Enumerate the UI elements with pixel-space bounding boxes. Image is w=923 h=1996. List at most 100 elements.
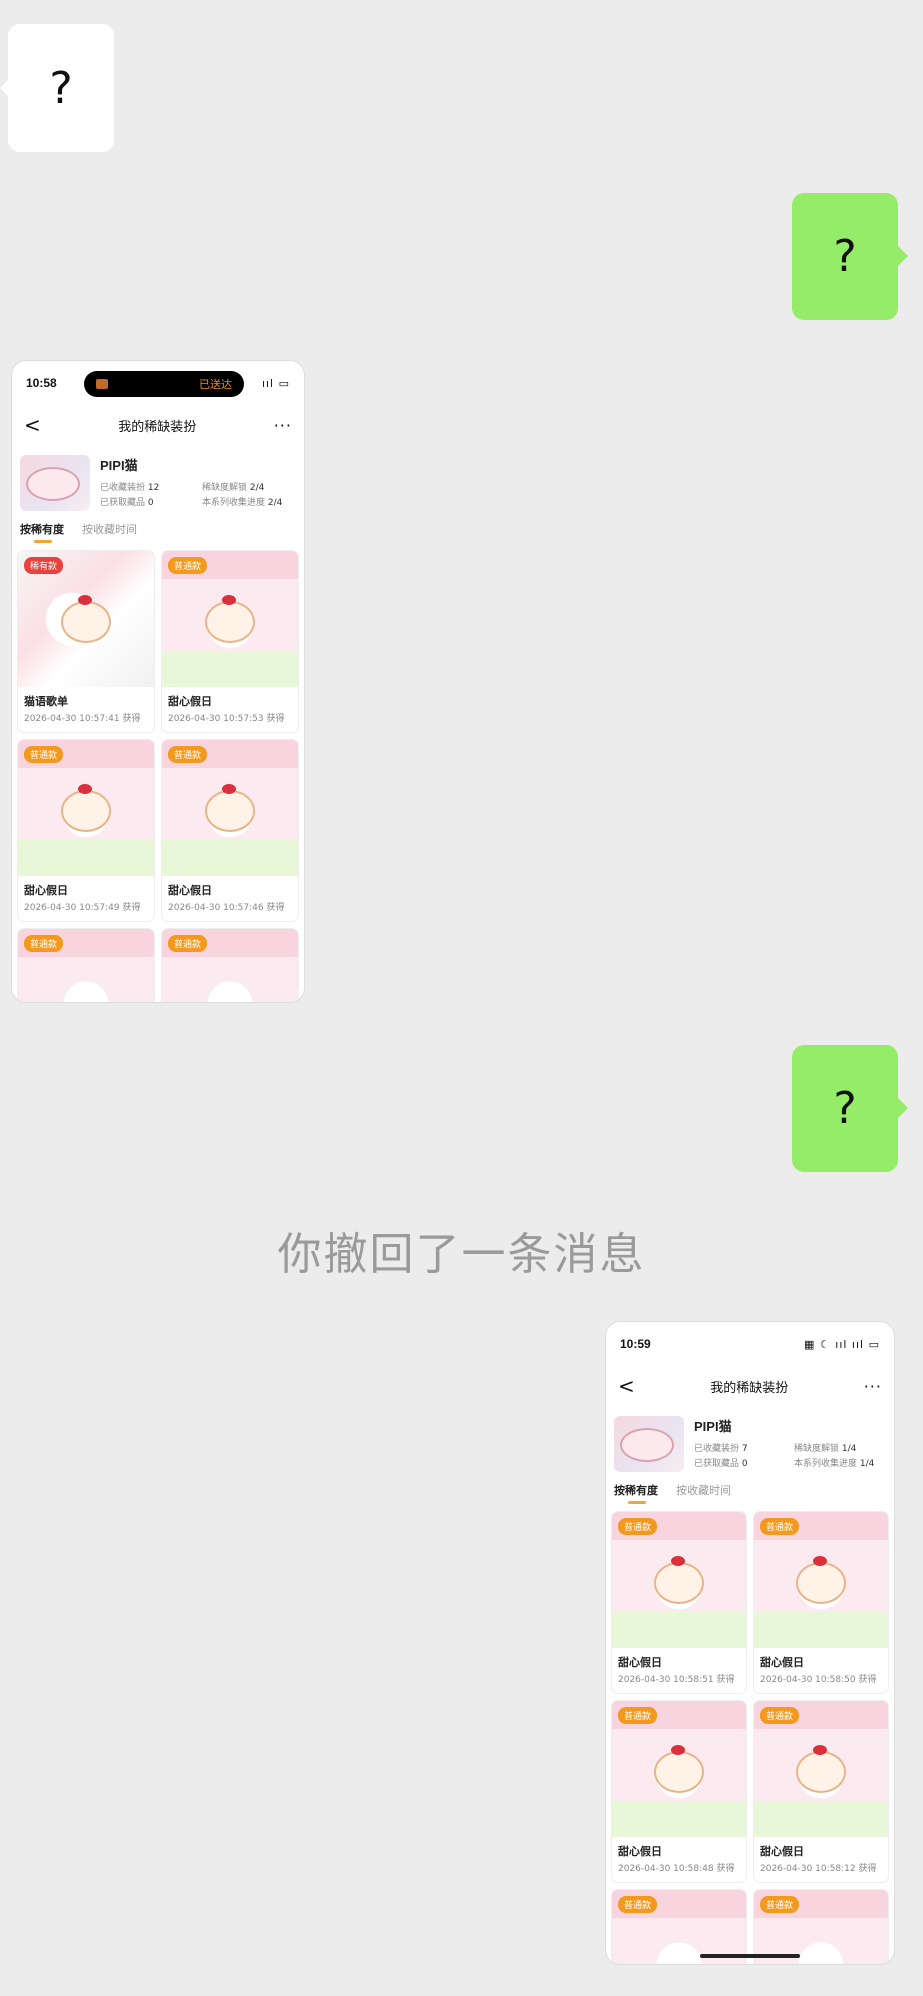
message-text: ?	[833, 231, 857, 282]
status-bar: 10:59 ▦ ☾ ııl ııl ▭	[606, 1322, 894, 1366]
item-name: 甜心假日	[618, 1845, 662, 1858]
stat-label: 本系列收集进度	[794, 1459, 858, 1469]
item-thumbnail: 普通款	[162, 740, 298, 876]
stat-label: 已收藏装扮	[100, 483, 146, 493]
item-card[interactable]: 普通款 甜心假日 2026-04-30 10:58:51 获得	[612, 1512, 746, 1693]
item-thumbnail: 普通款	[754, 1512, 888, 1648]
message-bubble-incoming[interactable]: ?	[8, 24, 114, 152]
item-thumbnail: 普通款	[612, 1701, 746, 1837]
signal-battery-icons: ııl ▭	[261, 376, 290, 390]
stat-value: 2/4	[249, 483, 265, 493]
avatar	[20, 455, 90, 511]
page-title: 我的稀缺装扮	[118, 419, 197, 435]
item-card[interactable]: 普通款 甜心假日 2026-04-30 10:57:46 获得	[162, 740, 298, 921]
item-name: 甜心假日	[760, 1656, 804, 1669]
tab-by-rarity[interactable]: 按稀有度	[20, 521, 64, 543]
rarity-badge: 普通款	[618, 1707, 658, 1724]
item-thumbnail: 普通款	[162, 929, 298, 1002]
back-icon[interactable]: <	[618, 1374, 635, 1398]
sort-tabs: 按稀有度 按收藏时间	[606, 1478, 894, 1504]
stats-grid: 已收藏装扮 7 稀缺度解锁 1/4 已获取藏品 0 本系列收集进度 1/4	[694, 1441, 886, 1469]
item-date: 2026-04-30 10:57:41 获得	[24, 714, 141, 724]
cat-illustration	[63, 594, 109, 641]
item-name: 甜心假日	[168, 884, 212, 897]
stat-item: 已收藏装扮 7	[694, 1441, 786, 1454]
item-name: 甜心假日	[168, 695, 212, 708]
stat-item: 本系列收集进度 2/4	[202, 495, 296, 508]
back-icon[interactable]: <	[24, 413, 41, 437]
rarity-badge: 稀有款	[24, 557, 64, 574]
dynamic-island: 已送达	[84, 371, 244, 397]
page-title: 我的稀缺装扮	[710, 1380, 789, 1396]
item-card[interactable]: 普通款	[162, 929, 298, 1002]
image-message-screenshot[interactable]: 10:59 ▦ ☾ ııl ııl ▭ < 我的稀缺装扮 ··· PIPI猫 已…	[606, 1322, 894, 1964]
rarity-badge: 普通款	[24, 746, 64, 763]
item-thumbnail: 普通款	[18, 929, 154, 1002]
stat-label: 稀缺度解锁	[202, 483, 248, 493]
item-date: 2026-04-30 10:57:53 获得	[168, 714, 285, 724]
item-card[interactable]: 普通款	[754, 1890, 888, 1964]
stat-label: 已获取藏品	[100, 498, 146, 508]
item-name: 甜心假日	[760, 1845, 804, 1858]
collection-header: PIPI猫 已收藏装扮 7 稀缺度解锁 1/4 已获取藏品 0 本系列收集进度 …	[606, 1406, 894, 1478]
image-message-screenshot[interactable]: 10:58 已送达 ııl ▭ < 我的稀缺装扮 ··· PIPI猫 已收藏装扮…	[12, 361, 304, 1002]
item-card[interactable]: 普通款 甜心假日 2026-04-30 10:58:50 获得	[754, 1512, 888, 1693]
rarity-badge: 普通款	[168, 935, 208, 952]
cat-illustration	[207, 783, 253, 830]
item-thumbnail: 稀有款	[18, 551, 154, 687]
item-card[interactable]: 普通款	[612, 1890, 746, 1964]
stat-item: 已收藏装扮 12	[100, 480, 194, 493]
tab-by-rarity[interactable]: 按稀有度	[614, 1482, 658, 1504]
tab-by-time[interactable]: 按收藏时间	[82, 521, 137, 537]
stats-grid: 已收藏装扮 12 稀缺度解锁 2/4 已获取藏品 0 本系列收集进度 2/4	[100, 480, 296, 508]
bubble-tail	[898, 246, 908, 266]
item-thumbnail: 普通款	[754, 1701, 888, 1837]
stat-label: 已获取藏品	[694, 1459, 740, 1469]
sort-tabs: 按稀有度 按收藏时间	[12, 517, 304, 543]
stat-item: 本系列收集进度 1/4	[794, 1456, 886, 1469]
rarity-badge: 普通款	[618, 1896, 658, 1913]
item-card[interactable]: 普通款 甜心假日 2026-04-30 10:58:48 获得	[612, 1701, 746, 1882]
cat-illustration	[656, 1744, 702, 1791]
more-icon[interactable]: ···	[274, 416, 292, 435]
stat-value: 1/4	[841, 1444, 857, 1454]
stat-value: 7	[741, 1444, 748, 1454]
item-grid: 普通款 甜心假日 2026-04-30 10:58:51 获得 普通款 甜心假日…	[606, 1498, 894, 1964]
more-icon[interactable]: ···	[864, 1377, 882, 1396]
item-card[interactable]: 普通款 甜心假日 2026-04-30 10:57:49 获得	[18, 740, 154, 921]
item-name: 甜心假日	[618, 1656, 662, 1669]
item-date: 2026-04-30 10:58:48 获得	[618, 1864, 735, 1874]
status-time: 10:58	[26, 376, 57, 390]
message-bubble-outgoing[interactable]: ?	[792, 193, 898, 320]
cat-illustration	[656, 1555, 702, 1602]
signal-battery-icons: ▦ ☾ ııl ııl ▭	[804, 1337, 880, 1351]
item-date: 2026-04-30 10:57:49 获得	[24, 903, 141, 913]
nav-bar: < 我的稀缺装扮 ···	[12, 405, 304, 445]
stat-item: 稀缺度解锁 1/4	[794, 1441, 886, 1454]
message-text: ?	[49, 62, 73, 114]
item-date: 2026-04-30 10:58:50 获得	[760, 1675, 877, 1685]
message-bubble-outgoing[interactable]: ?	[792, 1045, 898, 1172]
cat-illustration	[207, 594, 253, 641]
bubble-tail	[898, 1098, 908, 1118]
stat-item: 稀缺度解锁 2/4	[202, 480, 296, 493]
stat-value: 1/4	[859, 1459, 875, 1469]
item-name: 甜心假日	[24, 884, 68, 897]
rarity-badge: 普通款	[168, 557, 208, 574]
item-name: 猫语歌单	[24, 695, 68, 708]
item-card[interactable]: 稀有款 猫语歌单 2026-04-30 10:57:41 获得	[18, 551, 154, 732]
cat-illustration	[63, 783, 109, 830]
item-card[interactable]: 普通款 甜心假日 2026-04-30 10:57:53 获得	[162, 551, 298, 732]
item-thumbnail: 普通款	[612, 1512, 746, 1648]
stat-item: 已获取藏品 0	[100, 495, 194, 508]
item-thumbnail: 普通款	[754, 1890, 888, 1964]
tab-by-time[interactable]: 按收藏时间	[676, 1482, 731, 1498]
item-date: 2026-04-30 10:58:12 获得	[760, 1864, 877, 1874]
item-card[interactable]: 普通款 甜心假日 2026-04-30 10:58:12 获得	[754, 1701, 888, 1882]
item-date: 2026-04-30 10:58:51 获得	[618, 1675, 735, 1685]
item-thumbnail: 普通款	[162, 551, 298, 687]
item-card[interactable]: 普通款	[18, 929, 154, 1002]
item-grid: 稀有款 猫语歌单 2026-04-30 10:57:41 获得 普通款 甜心假日…	[12, 537, 304, 1002]
package-icon	[96, 379, 108, 389]
rarity-badge: 普通款	[760, 1896, 800, 1913]
